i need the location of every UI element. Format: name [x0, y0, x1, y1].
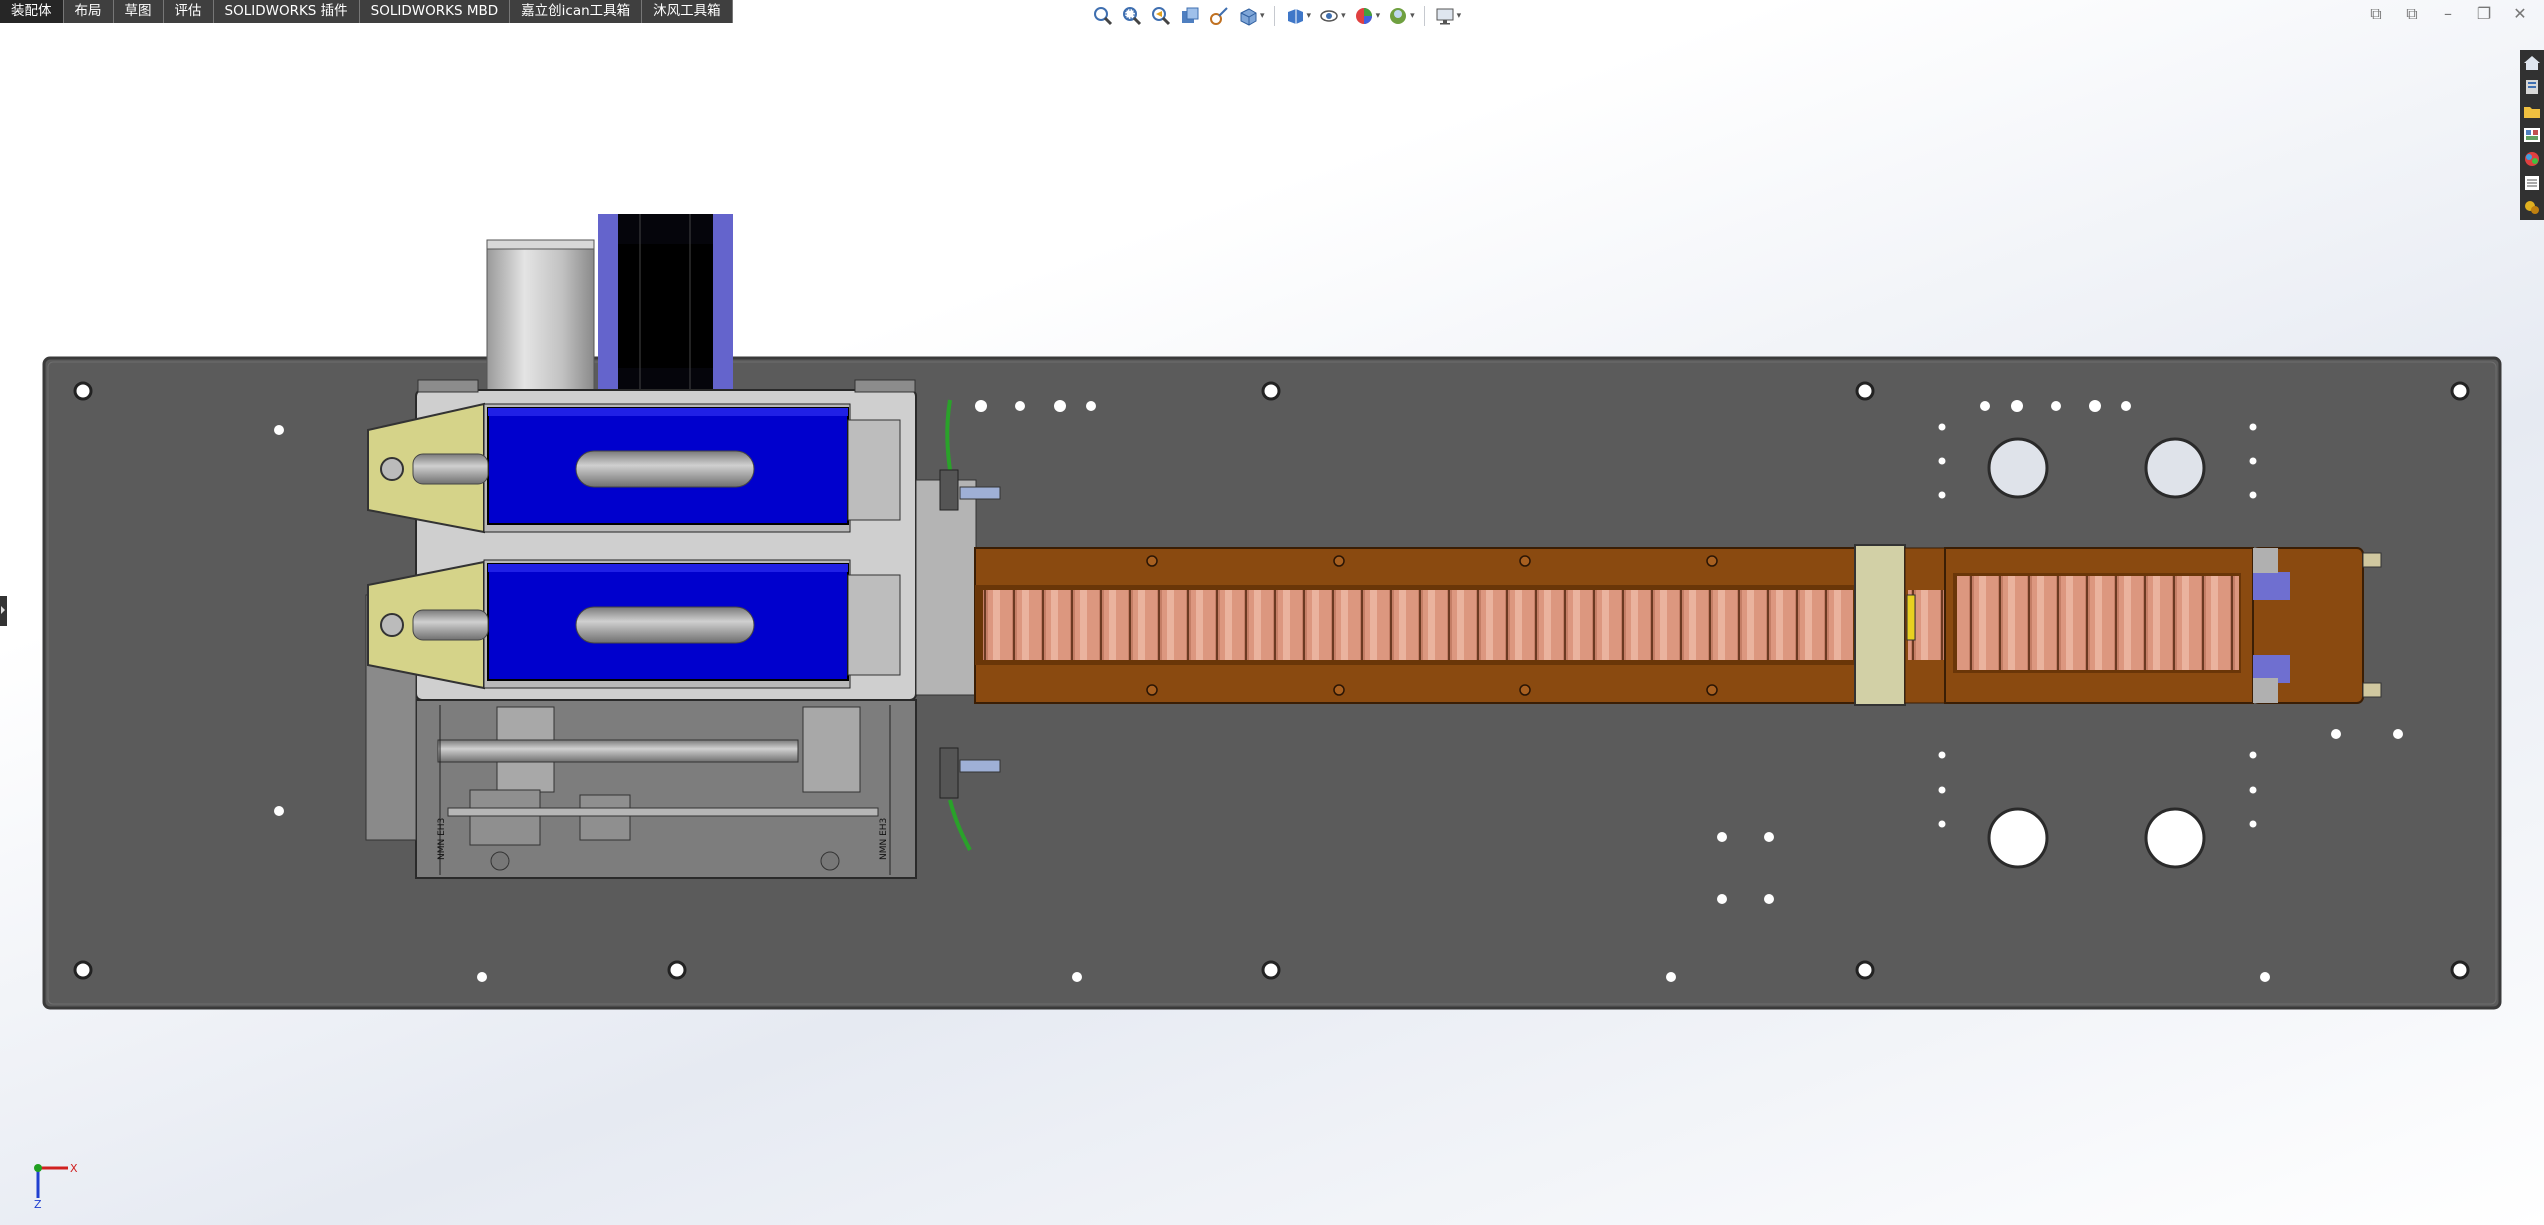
- battery-tray[interactable]: [1944, 547, 2382, 704]
- coordinate-triad: X Z: [34, 1162, 78, 1208]
- gear-motor-cylinder[interactable]: [486, 239, 595, 393]
- part-label-right: NMN EH3: [879, 818, 889, 860]
- graphics-viewport[interactable]: NMN EH3 NMN EH3: [0, 0, 2544, 1225]
- battery-conveyor[interactable]: [974, 547, 1856, 704]
- stepper-motor[interactable]: [598, 214, 733, 392]
- part-label-left: NMN EH3: [437, 818, 447, 860]
- triad-x-label: X: [70, 1162, 78, 1175]
- conveyor-gate[interactable]: [1854, 544, 1946, 706]
- triad-z-label: Z: [34, 1198, 42, 1208]
